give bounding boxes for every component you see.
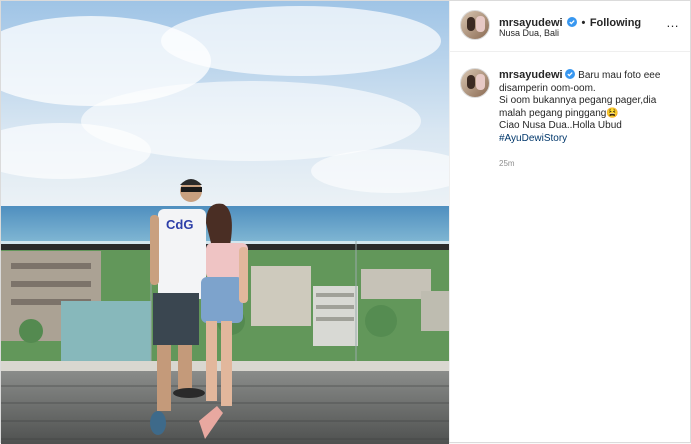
man-figure: CdG xyxy=(150,179,206,435)
shirt-print: CdG xyxy=(166,217,193,232)
cloud xyxy=(161,6,441,76)
caption-username[interactable]: mrsayudewi xyxy=(499,69,563,81)
follow-separator: • xyxy=(581,17,586,29)
timestamp[interactable]: 25m xyxy=(499,159,515,168)
caption-line: Baru mau foto eee xyxy=(578,70,661,81)
post-sidebar: mrsayudewi • Following Nusa Dua, Bali … … xyxy=(449,1,690,442)
location-link[interactable]: Nusa Dua, Bali xyxy=(499,28,559,38)
post-header: mrsayudewi • Following Nusa Dua, Bali … xyxy=(450,1,690,52)
photo-scene: CdG xyxy=(1,1,449,444)
caption-avatar[interactable] xyxy=(460,68,490,98)
caption-line: disamperin oom-oom. xyxy=(499,82,596,94)
following-button[interactable]: Following xyxy=(590,17,641,29)
more-options-icon[interactable]: … xyxy=(666,15,680,30)
post-photo[interactable]: CdG xyxy=(1,1,449,444)
avatar[interactable] xyxy=(460,10,490,40)
verified-badge-icon xyxy=(565,69,576,79)
tired-face-emoji: 😫 xyxy=(606,107,619,119)
verified-badge-icon xyxy=(567,17,578,27)
caption-line: malah pegang pinggang xyxy=(499,107,607,119)
hashtag-link[interactable]: #AyuDewiStory xyxy=(499,133,567,144)
caption-line: Si oom bukannya pegang pager,dia xyxy=(499,95,657,106)
caption: mrsayudewi Baru mau foto eee disamperin … xyxy=(499,69,679,145)
caption-line: Ciao Nusa Dua..Holla Ubud xyxy=(499,120,622,131)
instagram-post: CdG mrsayudewi • Following Nusa Dua, Bal… xyxy=(0,0,691,444)
